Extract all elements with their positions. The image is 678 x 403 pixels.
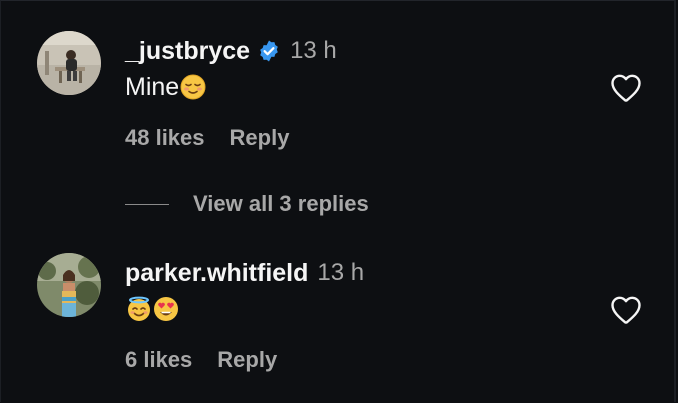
comment-text: Mine <box>125 71 206 103</box>
view-replies-button[interactable]: View all 3 replies <box>125 189 369 219</box>
comment-item: _justbryce 13 h Mine 48 likes Reply View… <box>1 1 678 231</box>
comment-time[interactable]: 13 h <box>317 259 364 287</box>
comment-time[interactable]: 13 h <box>290 37 337 65</box>
username[interactable]: parker.whitfield <box>125 259 308 288</box>
smiling-face-with-halo-emoji <box>126 296 152 322</box>
view-replies-label: View all 3 replies <box>193 191 369 216</box>
comment-item: parker.whitfield 13 h 6 likes Reply <box>1 231 678 403</box>
username[interactable]: _justbryce <box>125 37 250 66</box>
avatar[interactable] <box>37 253 101 317</box>
comments-panel: _justbryce 13 h Mine 48 likes Reply View… <box>0 0 676 402</box>
username-row: parker.whitfield 13 h <box>125 257 364 289</box>
reply-button[interactable]: Reply <box>217 347 277 373</box>
avatar-image <box>37 253 101 317</box>
reply-button[interactable]: Reply <box>230 125 290 151</box>
comment-meta: 48 likes Reply <box>125 123 289 153</box>
heart-outline-icon[interactable] <box>609 294 643 326</box>
avatar[interactable] <box>37 31 101 95</box>
replies-divider-line <box>125 203 169 205</box>
likes-count[interactable]: 6 likes <box>125 347 192 373</box>
comment-text <box>125 293 179 325</box>
relieved-face-emoji <box>180 74 206 100</box>
comment-meta: 6 likes Reply <box>125 345 277 375</box>
verified-badge-icon <box>257 39 281 63</box>
heart-eyes-emoji <box>153 296 179 322</box>
comment-text-content: Mine <box>125 73 180 101</box>
likes-count[interactable]: 48 likes <box>125 125 205 151</box>
username-row: _justbryce 13 h <box>125 35 337 67</box>
avatar-image <box>37 31 101 95</box>
heart-outline-icon[interactable] <box>609 72 643 104</box>
